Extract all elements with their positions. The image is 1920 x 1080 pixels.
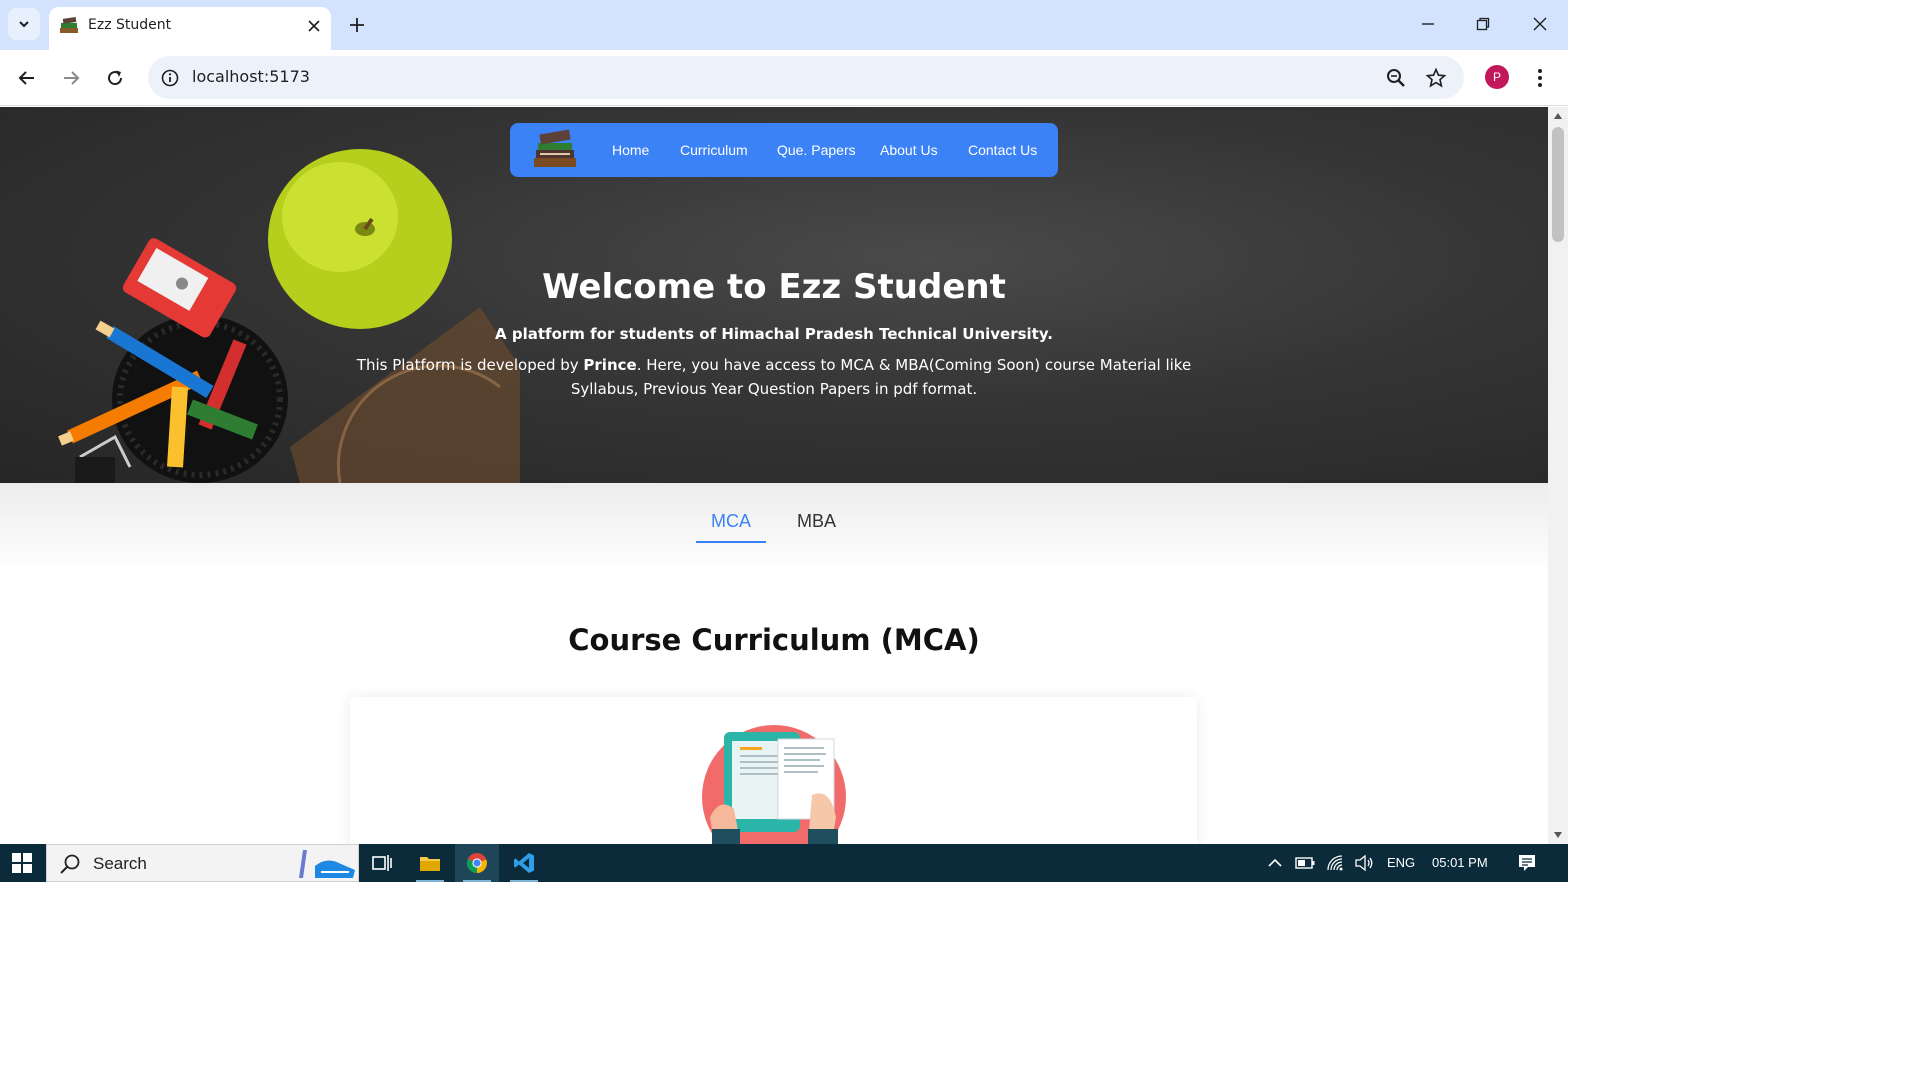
hero-title: Welcome to Ezz Student xyxy=(542,267,1006,307)
start-button[interactable] xyxy=(0,844,44,882)
section-title: Course Curriculum (MCA) xyxy=(568,623,980,657)
hero-desc-author: Prince xyxy=(583,356,637,374)
arrow-right-icon xyxy=(64,71,80,85)
hero-desc-suffix: . Here, you have access to MCA & MBA(Com… xyxy=(570,356,1192,398)
new-tab-button[interactable] xyxy=(345,13,369,37)
scroll-thumb[interactable] xyxy=(1552,127,1564,242)
hero-desc-prefix: This Platform is developed by xyxy=(356,356,584,374)
browser-tab[interactable]: Ezz Student xyxy=(49,7,331,50)
site-info-button[interactable] xyxy=(158,66,182,90)
profile-avatar[interactable]: P xyxy=(1485,65,1509,89)
star-icon xyxy=(1426,68,1446,88)
chevron-down-icon xyxy=(19,21,29,28)
caret-down-icon xyxy=(1554,832,1562,838)
folder-icon xyxy=(420,857,440,871)
search-icon xyxy=(60,854,80,874)
running-indicator xyxy=(463,880,491,882)
tray-volume[interactable] xyxy=(1353,852,1375,874)
browser-toolbar: localhost:5173 P xyxy=(0,50,1568,106)
kebab-icon xyxy=(1538,69,1542,87)
battery-icon xyxy=(1295,857,1315,869)
back-button[interactable] xyxy=(11,62,43,94)
nav-link-home[interactable]: Home xyxy=(612,142,649,158)
notification-center-button[interactable] xyxy=(1516,852,1538,874)
page-viewport: Home Curriculum Que. Papers About Us Con… xyxy=(0,107,1548,844)
active-tab-indicator xyxy=(696,541,766,543)
close-window-button[interactable] xyxy=(1518,8,1562,40)
hero-description: This Platform is developed by Prince. He… xyxy=(324,353,1224,401)
arrow-left-icon xyxy=(18,71,34,85)
nav-link-about-us[interactable]: About Us xyxy=(880,142,938,158)
close-tab-button[interactable] xyxy=(304,16,324,36)
tab-mba[interactable]: MBA xyxy=(797,511,836,532)
tray-overflow-button[interactable] xyxy=(1264,852,1286,874)
taskbar-file-explorer[interactable] xyxy=(408,844,452,882)
nav-link-question-papers[interactable]: Que. Papers xyxy=(777,142,856,158)
scroll-down-button[interactable] xyxy=(1553,830,1563,840)
info-icon xyxy=(161,69,179,87)
wifi-icon xyxy=(1327,855,1343,871)
taskbar-search-box[interactable]: Search xyxy=(46,844,359,882)
task-view-icon xyxy=(372,855,392,871)
books-logo-icon[interactable] xyxy=(530,126,582,174)
restore-button[interactable] xyxy=(1461,8,1505,40)
windows-logo-icon xyxy=(12,853,32,873)
plus-icon xyxy=(350,18,364,32)
tray-clock[interactable]: 05:01 PM xyxy=(1432,855,1488,870)
chrome-icon xyxy=(466,853,487,874)
search-highlight-icon xyxy=(299,850,355,878)
tab-title: Ezz Student xyxy=(88,17,172,33)
tab-search-button[interactable] xyxy=(8,8,40,40)
hero-banner: Home Curriculum Que. Papers About Us Con… xyxy=(0,107,1548,483)
books-icon xyxy=(60,17,78,33)
tab-strip: Ezz Student xyxy=(0,0,1568,50)
page-scrollbar[interactable] xyxy=(1548,107,1568,844)
tray-battery[interactable] xyxy=(1294,852,1316,874)
hero-subtitle: A platform for students of Himachal Prad… xyxy=(495,325,1053,343)
windows-taskbar: Search ENG 05:01 PM xyxy=(0,844,1568,882)
volume-icon xyxy=(1355,854,1373,872)
taskbar-vscode[interactable] xyxy=(502,844,546,882)
browser-menu-button[interactable] xyxy=(1528,64,1552,92)
running-indicator xyxy=(416,880,444,882)
vscode-icon xyxy=(514,853,534,873)
caret-up-icon xyxy=(1554,113,1562,119)
tray-network[interactable] xyxy=(1325,852,1347,874)
zoom-icon xyxy=(1387,69,1405,87)
tablet-book-illustration xyxy=(702,725,846,844)
taskbar-search-placeholder: Search xyxy=(93,854,147,873)
nav-link-curriculum[interactable]: Curriculum xyxy=(680,142,748,158)
notification-icon xyxy=(1519,855,1535,871)
course-tabs: MCA MBA xyxy=(0,507,1548,547)
taskbar-chrome[interactable] xyxy=(455,844,499,882)
close-icon xyxy=(308,20,320,32)
close-icon xyxy=(1533,17,1547,31)
reload-icon xyxy=(108,70,123,86)
tab-mca[interactable]: MCA xyxy=(711,511,751,532)
chevron-up-icon xyxy=(1268,858,1282,867)
reload-button[interactable] xyxy=(99,62,131,94)
scroll-up-button[interactable] xyxy=(1553,111,1563,121)
zoom-button[interactable] xyxy=(1384,66,1408,90)
nav-link-contact-us[interactable]: Contact Us xyxy=(968,142,1037,158)
forward-button[interactable] xyxy=(55,62,87,94)
main-navbar: Home Curriculum Que. Papers About Us Con… xyxy=(510,123,1058,177)
tray-language[interactable]: ENG xyxy=(1387,855,1415,870)
restore-icon xyxy=(1476,17,1490,31)
minimize-icon xyxy=(1422,23,1434,25)
address-bar[interactable]: localhost:5173 xyxy=(148,56,1464,99)
course-card[interactable] xyxy=(350,697,1197,844)
url-text[interactable]: localhost:5173 xyxy=(192,67,310,86)
bookmark-button[interactable] xyxy=(1424,66,1448,90)
minimize-button[interactable] xyxy=(1406,8,1450,40)
running-indicator xyxy=(510,880,538,882)
taskbar-task-view[interactable] xyxy=(360,844,404,882)
